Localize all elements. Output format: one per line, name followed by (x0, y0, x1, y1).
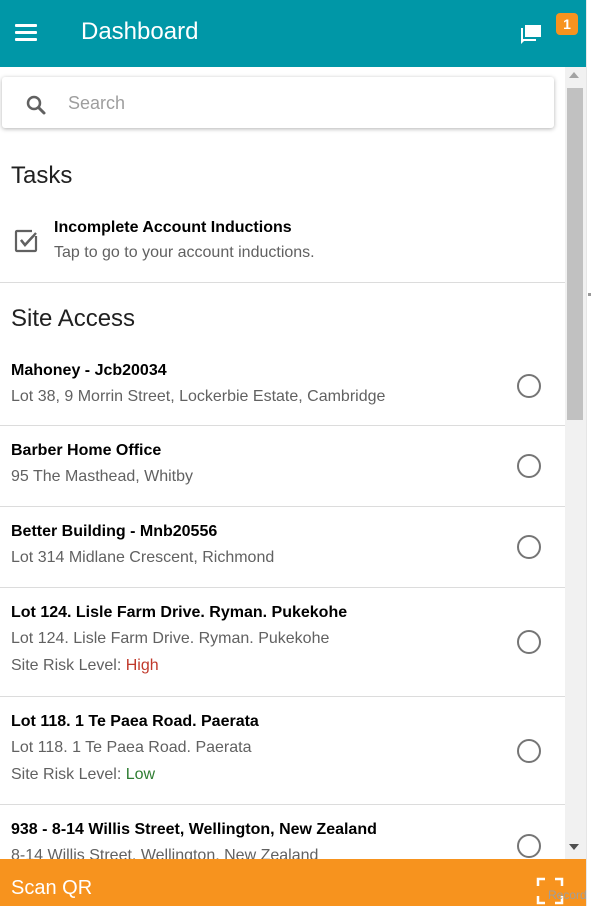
site-address: 8-14 Willis Street, Wellington, New Zeal… (11, 847, 319, 859)
site-title: Better Building - Mnb20556 (11, 523, 218, 540)
site-select-radio[interactable] (517, 739, 541, 763)
site-address: Lot 124. Lisle Farm Drive. Ryman. Pukeko… (11, 630, 330, 647)
site-row[interactable]: Better Building - Mnb20556 Lot 314 Midla… (0, 507, 565, 588)
tasks-heading: Tasks (11, 162, 73, 189)
hamburger-menu-icon[interactable] (13, 22, 39, 44)
main-content: Tasks Incomplete Account Inductions Tap … (0, 67, 565, 859)
record-watermark: Record (548, 888, 587, 902)
site-row[interactable]: Mahoney - Jcb20034 Lot 38, 9 Morrin Stre… (0, 346, 565, 426)
site-row[interactable]: Lot 118. 1 Te Paea Road. Paerata Lot 118… (0, 697, 565, 805)
scan-qr-label: Scan QR (11, 877, 93, 899)
site-select-radio[interactable] (517, 374, 541, 398)
site-select-radio[interactable] (517, 834, 541, 858)
site-row[interactable]: Lot 124. Lisle Farm Drive. Ryman. Pukeko… (0, 588, 565, 697)
checkbox-icon (14, 229, 39, 253)
search-bar[interactable] (2, 77, 554, 128)
site-title: Mahoney - Jcb20034 (11, 362, 167, 379)
site-row[interactable]: 938 - 8-14 Willis Street, Wellington, Ne… (0, 805, 565, 859)
search-input[interactable] (68, 87, 538, 119)
risk-label: Site Risk Level: (11, 766, 122, 783)
task-subtitle: Tap to go to your account inductions. (54, 244, 315, 261)
site-title: 938 - 8-14 Willis Street, Wellington, Ne… (11, 821, 377, 838)
search-icon (26, 95, 46, 115)
scroll-up-arrow-icon[interactable] (569, 72, 579, 78)
scan-qr-button[interactable]: Scan QR (0, 859, 586, 906)
task-title: Incomplete Account Inductions (54, 219, 292, 236)
chat-icon[interactable] (519, 22, 543, 44)
site-address: Lot 118. 1 Te Paea Road. Paerata (11, 739, 252, 756)
site-address: Lot 38, 9 Morrin Street, Lockerbie Estat… (11, 388, 386, 405)
site-access-heading: Site Access (11, 305, 136, 332)
notification-badge[interactable]: 1 (556, 13, 578, 35)
site-title: Lot 124. Lisle Farm Drive. Ryman. Pukeko… (11, 604, 348, 621)
window-edge (586, 0, 593, 906)
site-select-radio[interactable] (517, 630, 541, 654)
risk-value-low: Low (125, 766, 156, 783)
app-header: Dashboard 1 (0, 0, 586, 67)
site-title: Barber Home Office (11, 442, 162, 459)
risk-label: Site Risk Level: (11, 657, 122, 674)
site-risk-level: Site Risk Level: Low (11, 765, 155, 785)
site-row[interactable]: Barber Home Office 95 The Masthead, Whit… (0, 426, 565, 507)
task-item-account-inductions[interactable]: Incomplete Account Inductions Tap to go … (0, 207, 565, 283)
vertical-scrollbar[interactable] (565, 67, 586, 859)
page-title: Dashboard (81, 18, 199, 45)
site-address: Lot 314 Midlane Crescent, Richmond (11, 549, 275, 566)
site-select-radio[interactable] (517, 535, 541, 559)
site-risk-level: Site Risk Level: High (11, 656, 159, 676)
site-select-radio[interactable] (517, 454, 541, 478)
scroll-down-arrow-icon[interactable] (569, 844, 579, 850)
scrollbar-thumb[interactable] (567, 88, 583, 420)
site-title: Lot 118. 1 Te Paea Road. Paerata (11, 713, 259, 730)
risk-value-high: High (125, 657, 159, 674)
site-address: 95 The Masthead, Whitby (11, 468, 194, 485)
